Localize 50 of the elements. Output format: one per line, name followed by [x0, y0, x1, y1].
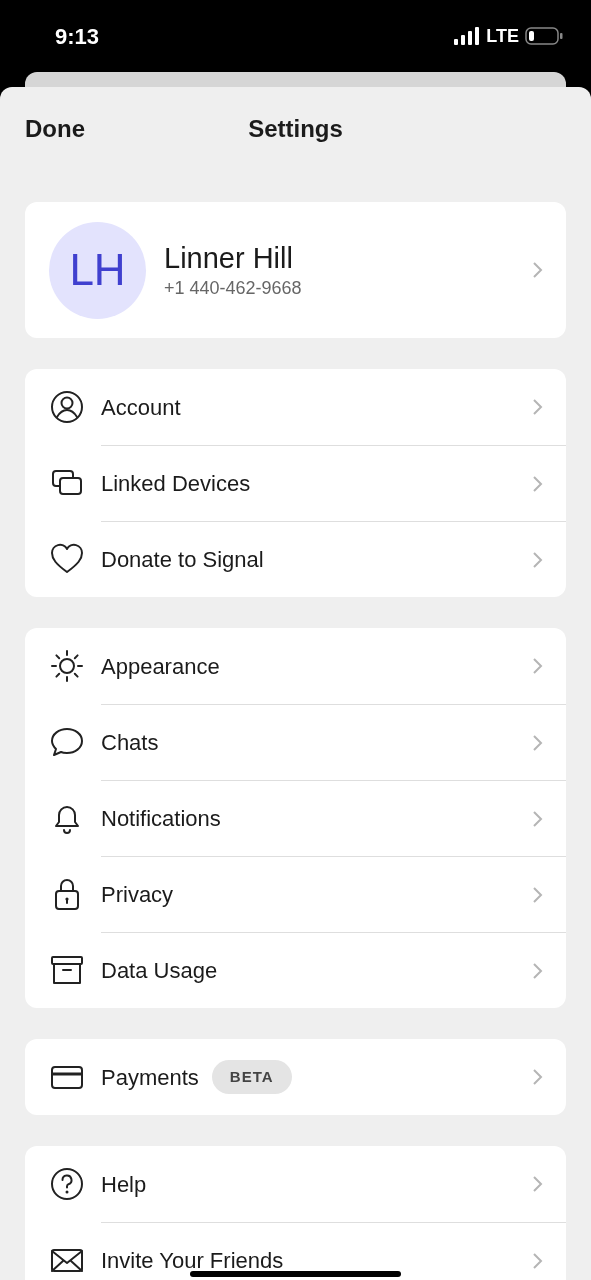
settings-row[interactable]: Help — [25, 1146, 566, 1222]
done-button[interactable]: Done — [25, 111, 85, 147]
help-icon — [50, 1167, 84, 1201]
chevron-icon — [532, 961, 544, 980]
row-label: Linked Devices — [101, 470, 251, 498]
chevron-icon — [532, 261, 544, 279]
row-label: Appearance — [101, 652, 220, 681]
chevron-icon — [532, 474, 544, 493]
profile-name: Linner Hill — [164, 241, 294, 276]
chevron-icon — [532, 809, 544, 828]
beta-badge: BETA — [211, 1060, 292, 1094]
settings-row[interactable]: Data Usage — [25, 932, 566, 1008]
battery-icon — [525, 27, 563, 45]
chevron-icon — [532, 1175, 544, 1193]
status-time: 9:13 — [55, 22, 100, 51]
person-icon — [50, 390, 84, 424]
chevron-icon — [532, 733, 544, 752]
row-label: Account — [101, 393, 181, 422]
row-label: Help — [101, 1170, 147, 1199]
settings-row[interactable]: Privacy — [25, 856, 566, 932]
chevron-icon — [532, 398, 544, 416]
row-label: Data Usage — [101, 957, 218, 985]
row-label: Privacy — [101, 881, 174, 909]
row-label: Notifications — [101, 805, 221, 833]
heart-icon — [50, 542, 84, 576]
settings-row[interactable]: Linked Devices — [25, 445, 566, 521]
settings-row[interactable]: Notifications — [25, 780, 566, 856]
chevron-icon — [532, 885, 544, 904]
network-label: LTE — [486, 24, 519, 48]
chat-bubble-icon — [50, 725, 84, 759]
row-label: Invite Your Friends — [101, 1247, 284, 1275]
settings-row[interactable]: Payments BETA — [25, 1039, 566, 1115]
profile-phone: +1 440-462-9668 — [164, 277, 302, 300]
chevron-icon — [532, 1068, 544, 1086]
chevron-icon — [532, 657, 544, 675]
signal-icon — [454, 27, 481, 45]
avatar: LH — [49, 221, 146, 319]
profile-card[interactable]: LH Linner Hill +1 440-462-9668 — [25, 202, 566, 338]
row-label: Donate to Signal — [101, 546, 264, 574]
chevron-icon — [532, 550, 544, 569]
row-label: Chats — [101, 729, 159, 757]
settings-row[interactable]: Donate to Signal — [25, 521, 566, 597]
settings-row[interactable]: Chats — [25, 704, 566, 780]
row-label: Payments — [101, 1063, 199, 1092]
settings-row[interactable]: Appearance — [25, 628, 566, 704]
chevron-icon — [532, 1251, 544, 1270]
settings-row[interactable]: Account — [25, 369, 566, 445]
archive-box-icon — [50, 953, 84, 987]
sun-icon — [50, 649, 84, 683]
screen-title: Settings — [248, 114, 343, 144]
